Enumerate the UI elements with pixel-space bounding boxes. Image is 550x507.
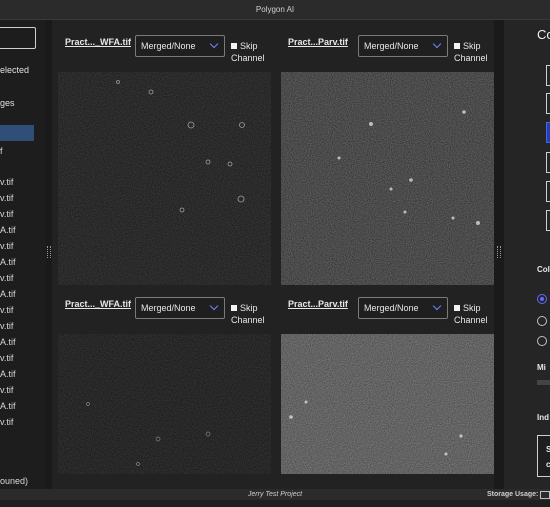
sidebar-selected-item[interactable] (0, 125, 34, 141)
list-item[interactable]: A.tif (0, 257, 16, 267)
list-item[interactable]: v.tif (0, 353, 13, 363)
microscopy-image[interactable] (281, 334, 494, 474)
chevron-down-icon (432, 39, 442, 49)
microscopy-image[interactable] (281, 72, 494, 285)
tool-button[interactable] (546, 152, 550, 173)
microscopy-image-graphic (281, 72, 494, 285)
image-panel: Pract..._WFA.tif Merged/None Skip Channe… (52, 20, 271, 285)
list-item[interactable]: f (0, 146, 3, 156)
image-file-name[interactable]: Pract...Parv.tif (288, 299, 348, 309)
checkbox-icon[interactable] (231, 305, 237, 311)
radio-icon[interactable] (537, 294, 547, 304)
section-label-index: Ind (537, 413, 549, 422)
image-file-name[interactable]: Pract..._WFA.tif (65, 299, 131, 309)
list-item[interactable]: v.tif (0, 193, 13, 203)
grip-icon[interactable] (47, 246, 51, 258)
list-item[interactable]: v.tif (0, 321, 13, 331)
controls-title: Co (537, 27, 550, 42)
list-item[interactable]: v.tif (0, 273, 13, 283)
tool-button[interactable] (546, 93, 550, 114)
list-item[interactable]: A.tif (0, 289, 16, 299)
sidebar-search-input[interactable] (0, 27, 36, 49)
chevron-down-icon (209, 39, 219, 49)
radio-icon[interactable] (537, 316, 547, 326)
image-panel: Pract...Parv.tif Merged/None Skip Channe… (275, 20, 494, 285)
project-name: Jerry Test Project (247, 491, 303, 498)
skip-channel-checkbox[interactable]: Skip Channel (231, 302, 281, 326)
window-title: Polygon AI (255, 5, 295, 14)
section-label-min: Mi (537, 363, 546, 372)
right-splitter[interactable] (494, 20, 504, 489)
list-item[interactable]: v.tif (0, 177, 13, 187)
microscopy-image[interactable] (58, 334, 271, 474)
list-item[interactable]: v.tif (0, 417, 13, 427)
microscopy-image-graphic (58, 334, 271, 474)
list-item[interactable]: A.tif (0, 369, 16, 379)
list-item[interactable]: v.tif (0, 385, 13, 395)
sidebar-label-selected: elected (0, 65, 30, 75)
list-item[interactable]: A.tif (0, 401, 16, 411)
image-file-name[interactable]: Pract...Parv.tif (288, 37, 348, 47)
channel-mode-value: Merged/None (364, 41, 419, 51)
controls-panel: Co Col Mi Ind S c (504, 20, 550, 489)
chevron-down-icon (209, 301, 219, 311)
list-item: ouned) (0, 476, 29, 486)
channel-mode-dropdown[interactable]: Merged/None (135, 297, 225, 319)
chevron-down-icon (432, 301, 442, 311)
status-bar: Jerry Test Project Storage Usage: (0, 489, 550, 500)
skip-channel-checkbox[interactable]: Skip Channel (231, 40, 281, 64)
channel-mode-dropdown[interactable]: Merged/None (135, 35, 225, 57)
channel-mode-dropdown[interactable]: Merged/None (358, 35, 448, 57)
image-file-name[interactable]: Pract..._WFA.tif (65, 37, 131, 47)
index-card[interactable]: S c (537, 435, 550, 477)
channel-mode-value: Merged/None (141, 41, 196, 51)
image-grid: Pract..._WFA.tif Merged/None Skip Channe… (52, 20, 494, 489)
tool-button[interactable] (546, 65, 550, 86)
window-title-bar: Polygon AI (0, 0, 550, 20)
channel-mode-value: Merged/None (364, 303, 419, 313)
storage-usage-bar (540, 491, 550, 499)
radio-icon[interactable] (537, 336, 547, 346)
tool-button-active[interactable] (546, 122, 550, 143)
tool-button[interactable] (546, 181, 550, 202)
checkbox-icon[interactable] (454, 305, 460, 311)
section-label-color: Col (537, 265, 550, 274)
checkbox-icon[interactable] (454, 43, 460, 49)
min-slider[interactable] (537, 380, 550, 385)
checkbox-icon[interactable] (231, 43, 237, 49)
channel-mode-value: Merged/None (141, 303, 196, 313)
storage-usage-label: Storage Usage: (487, 491, 539, 498)
list-item[interactable]: A.tif (0, 337, 16, 347)
list-item[interactable]: v.tif (0, 241, 13, 251)
image-list-sidebar: elected ges f v.tif v.tif v.tif A.tif v.… (0, 20, 46, 489)
microscopy-image[interactable] (58, 72, 271, 285)
tool-button[interactable] (546, 210, 550, 231)
image-panel: Pract..._WFA.tif Merged/None Skip Channe… (52, 282, 271, 507)
microscopy-image-graphic (58, 72, 271, 285)
index-card-line: c (546, 460, 550, 469)
channel-mode-dropdown[interactable]: Merged/None (358, 297, 448, 319)
list-item[interactable]: v.tif (0, 305, 13, 315)
list-item[interactable]: v.tif (0, 209, 13, 219)
sidebar-label-images: ges (0, 98, 15, 108)
image-panel: Pract...Parv.tif Merged/None Skip Channe… (275, 282, 494, 507)
grip-icon[interactable] (497, 246, 501, 258)
microscopy-image-graphic (281, 334, 494, 474)
index-card-line: S (546, 445, 550, 454)
list-item[interactable]: A.tif (0, 225, 16, 235)
